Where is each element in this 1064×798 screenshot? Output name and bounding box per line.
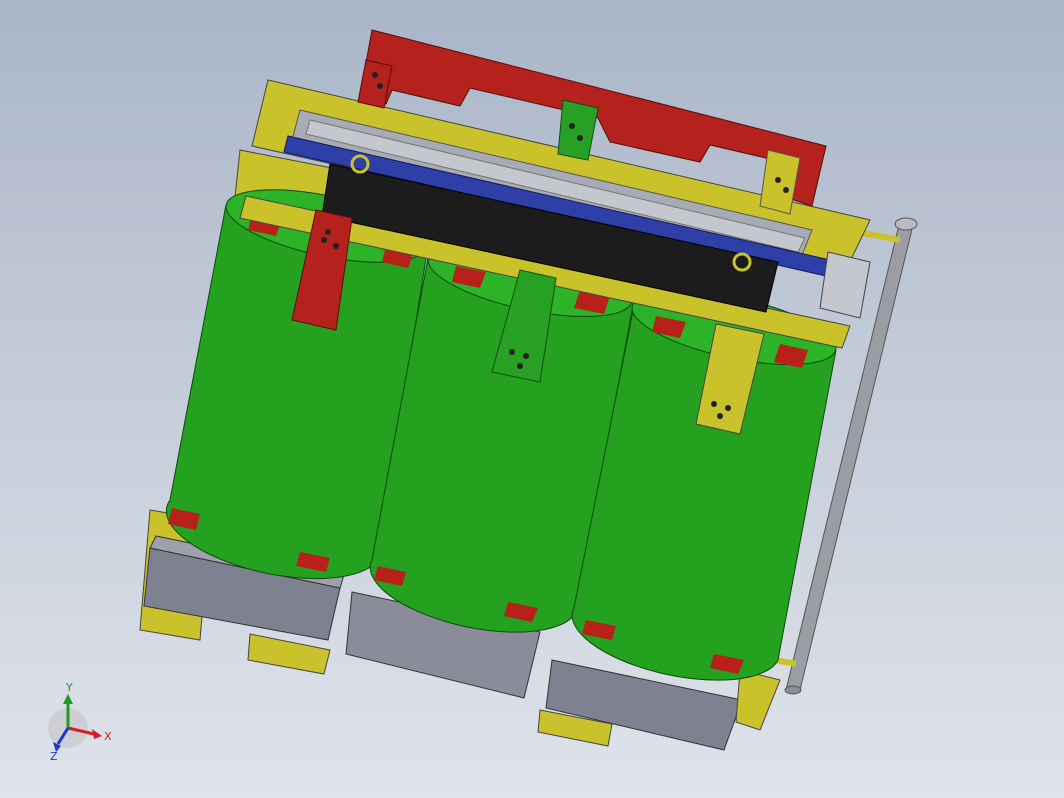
terminal-box[interactable] xyxy=(819,251,871,319)
graphics-viewport[interactable]: Y X Z xyxy=(0,0,1064,798)
x-axis-label: X xyxy=(104,730,112,743)
view-orientation-triad: Y X Z xyxy=(48,681,112,763)
y-axis-label: Y xyxy=(65,681,73,694)
transformer-model[interactable] xyxy=(0,0,1064,798)
y-arrow-icon xyxy=(63,694,73,704)
z-axis-label: Z xyxy=(50,750,58,763)
x-arrow-icon xyxy=(92,729,102,739)
